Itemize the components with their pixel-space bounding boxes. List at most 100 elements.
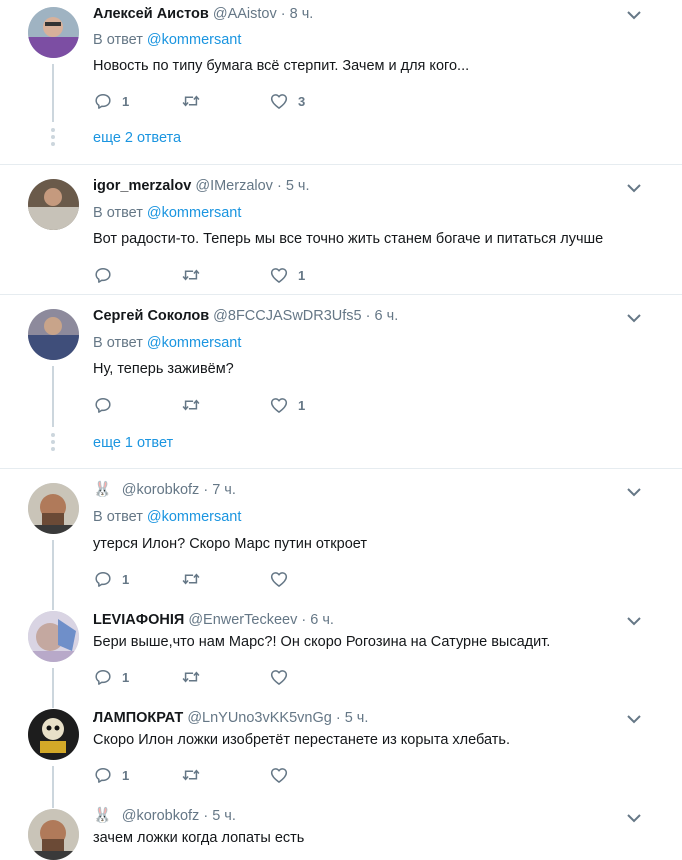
author-name[interactable]: Сергей Соколов [93,308,209,324]
tweet-header: 🐰 @korobkofz · 5 ч. [93,806,236,826]
mention-link[interactable]: @kommersant [147,32,242,48]
author-handle[interactable]: @IMerzalov [195,178,273,194]
chevron-down-icon[interactable] [626,182,642,194]
tweet-header: Алексей Аистов @AAistov · 8 ч. [93,4,313,24]
reply-context: В ответ @kommersant [93,507,241,527]
reply-count: 1 [122,767,130,783]
like-button[interactable] [269,569,298,589]
chevron-down-icon[interactable] [626,312,642,324]
separator-dot: · [280,6,286,22]
timestamp[interactable]: 7 ч. [212,482,236,498]
tweet-text: Вот радости-то. Теперь мы все точно жить… [93,231,604,247]
chevron-down-icon[interactable] [626,615,642,627]
author-name[interactable]: LEVIAФОНІЯ [93,612,184,628]
thread-dots [51,433,55,454]
retweet-button[interactable] [181,569,210,589]
like-button[interactable] [269,667,298,687]
chevron-down-icon[interactable] [626,812,642,824]
retweet-button[interactable] [181,667,210,687]
thread-line [52,798,54,808]
timestamp[interactable]: 6 ч. [310,612,334,628]
reply-prefix: В ответ [93,509,143,525]
thread-line [52,600,54,610]
rabbit-emoji-icon: 🐰 [93,807,112,824]
retweet-icon [181,395,201,415]
avatar[interactable] [28,611,79,662]
reply-icon [93,265,113,285]
show-more-replies-link[interactable]: еще 1 ответ [93,435,173,451]
separator-dot: · [335,710,341,726]
tweet-text: Ну, теперь заживём? [93,361,234,377]
retweet-icon [181,569,201,589]
heart-icon [269,265,289,285]
timestamp[interactable]: 6 ч. [375,308,399,324]
separator-dot: · [365,308,371,324]
retweet-icon [181,765,201,785]
author-handle[interactable]: @EnwerTeckeev [188,612,297,628]
like-count: 3 [298,93,306,109]
reply-button[interactable] [93,395,122,415]
tweet[interactable]: ЛАМПОКРАТ @LnYUno3vKK5vnGg · 5 ч. Скоро … [0,698,682,798]
thread-line [52,668,54,698]
avatar[interactable] [28,483,79,534]
author-handle[interactable]: @AAistov [213,6,277,22]
separator-dot: · [203,482,209,498]
chevron-down-icon[interactable] [626,9,642,21]
timestamp[interactable]: 8 ч. [290,6,314,22]
author-handle[interactable]: @LnYUno3vKK5vnGg [187,710,332,726]
retweet-icon [181,91,201,111]
mention-link[interactable]: @kommersant [147,205,242,221]
author-handle[interactable]: @8FCCJASwDR3Ufs5 [213,308,361,324]
avatar[interactable] [28,7,79,58]
retweet-button[interactable] [181,395,210,415]
author-name[interactable]: Алексей Аистов [93,6,209,22]
tweet[interactable]: 🐰 @korobkofz · 5 ч. зачем ложки когда ло… [0,798,682,860]
separator-dot: · [301,612,307,628]
retweet-button[interactable] [181,265,210,285]
reply-icon [93,765,113,785]
like-count: 1 [298,267,306,283]
retweet-button[interactable] [181,765,210,785]
author-name[interactable]: igor_merzalov [93,178,191,194]
show-more-replies-link[interactable]: еще 2 ответа [93,130,181,146]
reply-button[interactable]: 1 [93,667,129,687]
like-button[interactable]: 1 [269,265,305,285]
tweet-header: Сергей Соколов @8FCCJASwDR3Ufs5 · 6 ч. [93,306,398,326]
tweet[interactable]: 🐰 @korobkofz · 7 ч. В ответ @kommersant … [0,469,682,600]
author-handle[interactable]: @korobkofz [122,808,200,824]
mention-link[interactable]: @kommersant [147,509,242,525]
avatar[interactable] [28,709,79,760]
thread-line [52,366,54,427]
avatar[interactable] [28,309,79,360]
heart-icon [269,667,289,687]
author-handle[interactable]: @korobkofz [122,482,200,498]
chevron-down-icon[interactable] [626,486,642,498]
tweet[interactable]: LEVIAФОНІЯ @EnwerTeckeev · 6 ч. Бери выш… [0,600,682,698]
tweet[interactable]: Алексей Аистов @AAistov · 8 ч. В ответ @… [0,0,682,164]
reply-button[interactable] [93,265,122,285]
chevron-down-icon[interactable] [626,713,642,725]
timestamp[interactable]: 5 ч. [345,710,369,726]
reply-button[interactable]: 1 [93,765,129,785]
reply-button[interactable]: 1 [93,91,129,111]
reply-context: В ответ @kommersant [93,333,241,353]
like-button[interactable]: 1 [269,395,305,415]
reply-count: 1 [122,669,130,685]
tweet[interactable]: igor_merzalov @IMerzalov · 5 ч. В ответ … [0,165,682,294]
mention-link[interactable]: @kommersant [147,335,242,351]
tweet[interactable]: Сергей Соколов @8FCCJASwDR3Ufs5 · 6 ч. В… [0,295,682,468]
heart-icon [269,395,289,415]
author-name[interactable]: ЛАМПОКРАТ [93,710,183,726]
heart-icon [269,91,289,111]
timestamp[interactable]: 5 ч. [212,808,236,824]
reply-icon [93,395,113,415]
avatar[interactable] [28,809,79,860]
heart-icon [269,765,289,785]
timestamp[interactable]: 5 ч. [286,178,310,194]
retweet-button[interactable] [181,91,210,111]
like-button[interactable]: 3 [269,91,305,111]
reply-icon [93,91,113,111]
reply-button[interactable]: 1 [93,569,129,589]
avatar[interactable] [28,179,79,230]
like-button[interactable] [269,765,298,785]
